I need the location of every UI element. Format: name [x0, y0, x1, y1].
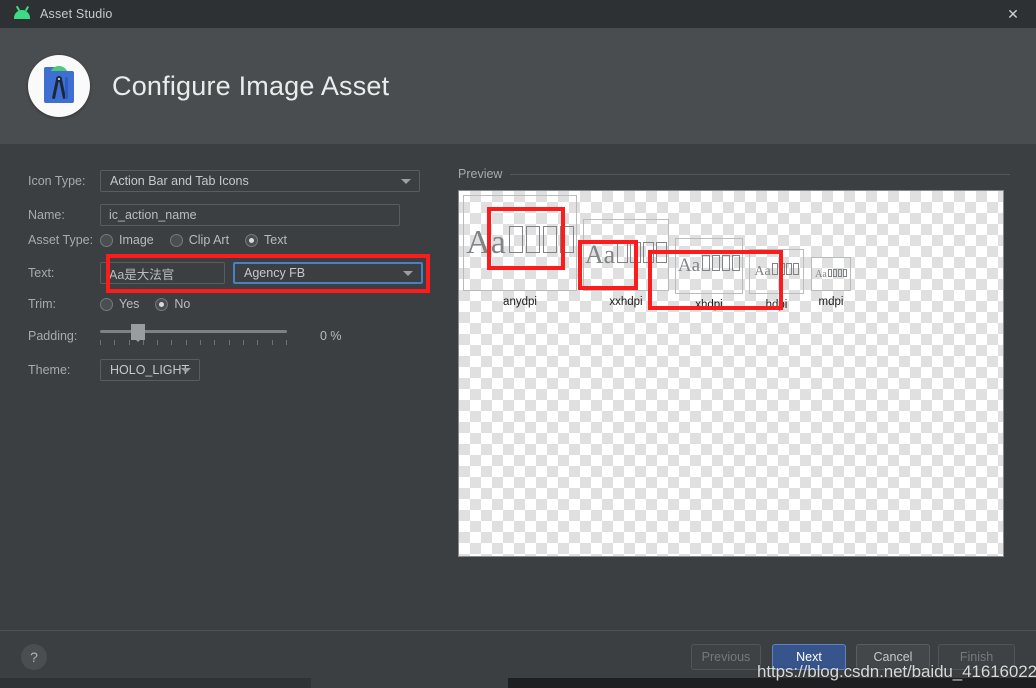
padding-value: 0 % — [320, 329, 342, 343]
radio-asset-clipart[interactable]: Clip Art — [169, 233, 230, 247]
preview-glyphs: Aa — [466, 224, 574, 262]
slider-track — [100, 330, 287, 333]
chevron-down-icon — [401, 179, 411, 184]
android-icon — [14, 5, 30, 22]
radio-label-no: No — [174, 297, 191, 311]
radio-dot-icon — [100, 297, 113, 311]
row-theme: Theme: HOLO_LIGHT — [28, 359, 200, 381]
name-label: Name: — [28, 208, 65, 222]
radio-dot-icon — [155, 297, 169, 311]
watermark: https://blog.csdn.net/baidu_41616022 — [757, 662, 1036, 681]
preview-item-xhdpi: Aa xhdpi — [675, 238, 743, 311]
preview-glyphs: Aa — [754, 263, 799, 280]
preview-panel: Preview Aa anydpi Aa xxhdpi Aa xhdpi Aa … — [458, 166, 1010, 566]
preview-sample-text: Aa — [466, 224, 506, 261]
divider — [510, 173, 1010, 175]
preview-label-xxhdpi: xxhdpi — [609, 296, 643, 308]
preview-label: Preview — [458, 167, 503, 181]
title-bar: Asset Studio ✕ — [0, 0, 1036, 28]
text-value: Aa是大法官 — [109, 267, 175, 282]
help-button[interactable]: ? — [21, 644, 47, 670]
radio-trim-yes[interactable]: Yes — [100, 297, 139, 311]
row-name: Name: ic_action_name — [28, 204, 400, 226]
text-input[interactable]: Aa是大法官 — [100, 262, 225, 284]
icon-type-dropdown[interactable]: Action Bar and Tab Icons — [100, 170, 420, 192]
font-value: Agency FB — [244, 266, 306, 280]
radio-trim-no[interactable]: No — [155, 297, 190, 311]
radio-dot-icon — [100, 233, 113, 247]
row-padding: Padding: 0 % — [28, 323, 342, 349]
preview-canvas: Aa anydpi Aa xxhdpi Aa xhdpi Aa hdpi Aa … — [458, 190, 1004, 557]
padding-label: Padding: — [28, 329, 78, 343]
padding-slider[interactable] — [100, 323, 287, 349]
font-dropdown[interactable]: Agency FB — [233, 262, 423, 284]
preview-label-mdpi: mdpi — [818, 296, 844, 308]
radio-asset-image[interactable]: Image — [100, 233, 154, 247]
window-title: Asset Studio — [40, 7, 113, 21]
radio-dot-icon — [169, 233, 183, 247]
theme-dropdown[interactable]: HOLO_LIGHT — [100, 359, 200, 381]
slider-thumb[interactable] — [131, 324, 145, 342]
asset-type-label: Asset Type: — [28, 233, 94, 247]
preview-sample-text: Aa — [677, 255, 701, 276]
preview-thumb-mdpi: Aa — [811, 257, 851, 291]
preview-header: Preview — [458, 166, 1010, 182]
trim-radio-group: Yes No — [100, 297, 206, 311]
icon-type-value: Action Bar and Tab Icons — [110, 174, 249, 188]
preview-glyphs: Aa — [815, 268, 847, 280]
preview-label-anydpi: anydpi — [503, 296, 537, 308]
close-icon[interactable]: ✕ — [990, 0, 1036, 28]
trim-label: Trim: — [28, 297, 56, 311]
preview-thumb-xhdpi: Aa — [675, 238, 743, 294]
screen: Asset Studio ✕ Configure Image Asset Ico… — [0, 0, 1036, 688]
preview-item-hdpi: Aa hdpi — [749, 249, 804, 311]
name-value: ic_action_name — [109, 208, 197, 222]
preview-item-xxhdpi: Aa xxhdpi — [583, 219, 669, 308]
name-input[interactable]: ic_action_name — [100, 204, 400, 226]
configuration-form: Icon Type: Action Bar and Tab Icons Name… — [0, 144, 456, 630]
row-trim: Trim: Yes No — [28, 297, 206, 311]
preview-sample-text: Aa — [754, 264, 771, 279]
row-text: Text: Aa是大法官 Agency FB — [28, 262, 423, 284]
chevron-down-icon — [403, 271, 413, 276]
preview-label-xhdpi: xhdpi — [695, 299, 723, 311]
preview-thumb-xxhdpi: Aa — [583, 219, 669, 291]
preview-item-anydpi: Aa anydpi — [463, 195, 577, 308]
theme-value: HOLO_LIGHT — [110, 363, 190, 377]
preview-thumb-anydpi: Aa — [463, 195, 577, 291]
radio-label-yes: Yes — [119, 297, 140, 311]
preview-sample-text: Aa — [815, 268, 827, 280]
radio-label-clipart: Clip Art — [188, 233, 230, 247]
chevron-down-icon — [181, 368, 191, 373]
theme-label: Theme: — [28, 363, 71, 377]
row-asset-type: Asset Type: Image Clip Art Text — [28, 233, 303, 247]
row-icon-type: Icon Type: Action Bar and Tab Icons — [28, 170, 420, 192]
radio-label-image: Image — [119, 233, 154, 247]
previous-button[interactable]: Previous — [691, 644, 761, 670]
radio-dot-icon — [245, 233, 259, 247]
asset-type-radio-group: Image Clip Art Text — [100, 233, 303, 247]
preview-sample-text: Aa — [584, 240, 616, 269]
icon-type-label: Icon Type: — [28, 174, 86, 188]
preview-glyphs: Aa — [584, 240, 668, 270]
asset-studio-dialog: Asset Studio ✕ Configure Image Asset Ico… — [0, 0, 1036, 678]
preview-glyphs: Aa — [677, 255, 741, 277]
dialog-body: Icon Type: Action Bar and Tab Icons Name… — [0, 144, 1036, 630]
slider-ticks — [100, 340, 287, 346]
preview-thumb-hdpi: Aa — [749, 249, 804, 294]
preview-label-hdpi: hdpi — [765, 299, 788, 311]
text-label: Text: — [28, 266, 55, 280]
page-title: Configure Image Asset — [112, 70, 390, 101]
radio-label-text: Text — [264, 233, 287, 247]
dialog-header: Configure Image Asset — [0, 28, 1036, 144]
preview-item-mdpi: Aa mdpi — [811, 257, 851, 308]
android-studio-icon — [28, 55, 90, 117]
radio-asset-text[interactable]: Text — [245, 233, 287, 247]
